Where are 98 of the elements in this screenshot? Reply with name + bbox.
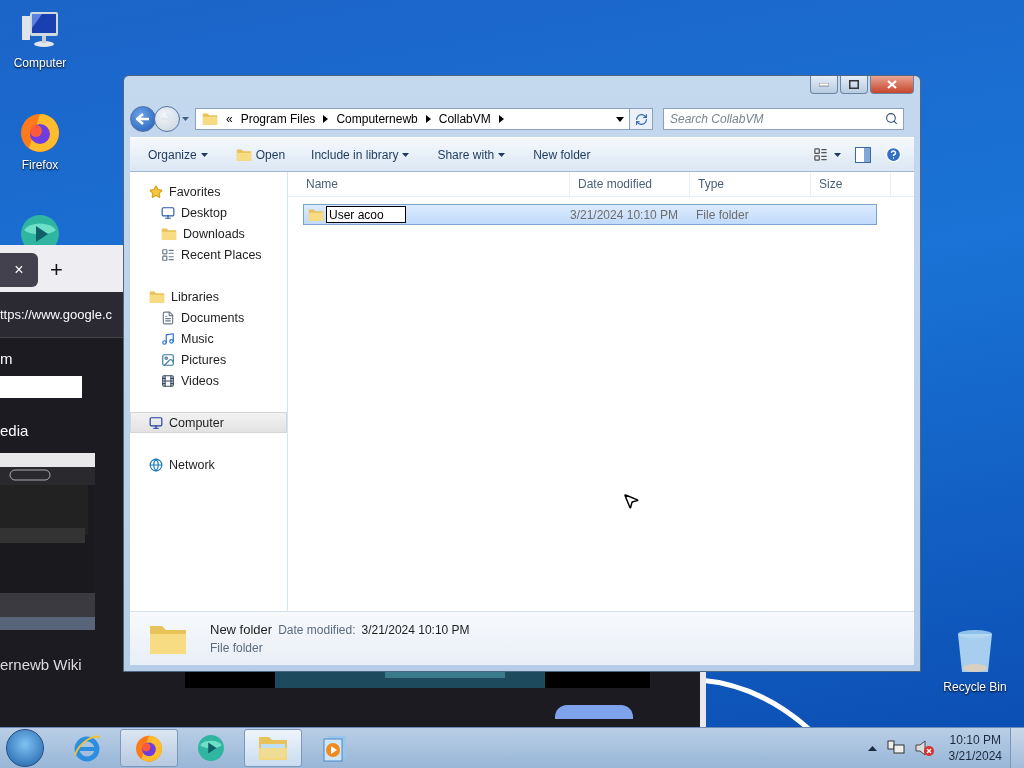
forward-button[interactable] <box>154 106 180 132</box>
network-globe-icon <box>149 457 163 472</box>
media-player-icon <box>322 734 348 762</box>
close-button[interactable] <box>870 76 914 94</box>
dropdown-caret-icon <box>616 116 624 122</box>
taskbar-button[interactable] <box>244 729 302 767</box>
desktop-icon-label[interactable]: Recycle Bin <box>943 680 1007 694</box>
rename-field[interactable]: User acoo <box>326 206 406 223</box>
nav-item[interactable]: Pictures <box>130 349 287 370</box>
toolbar-button[interactable]: Open <box>229 144 292 165</box>
tab-close-button[interactable]: × <box>14 260 24 279</box>
caret-icon <box>498 152 506 157</box>
nav-item[interactable]: Computer <box>130 412 287 433</box>
toolbar-button[interactable]: New folder <box>527 144 597 165</box>
new-tab-button[interactable]: + <box>50 256 63 283</box>
maximize-icon <box>849 80 859 89</box>
start-button[interactable] <box>6 729 44 767</box>
nav-item[interactable]: Downloads <box>130 223 287 244</box>
date-cell-text: 3/21/2024 10:10 PM <box>569 207 680 222</box>
pill-button[interactable] <box>555 705 633 719</box>
breadcrumb-item[interactable]: Computernewb <box>336 112 418 126</box>
star-icon <box>149 184 163 199</box>
desktop-icon-label[interactable]: Firefox <box>21 158 59 172</box>
breadcrumb-overflow[interactable]: « <box>226 112 233 126</box>
result-title: edia <box>0 422 30 439</box>
open-folder-icon <box>235 147 252 162</box>
caret-icon <box>834 152 841 157</box>
result-title: ernewb Wiki <box>0 656 83 673</box>
back-button[interactable] <box>130 106 156 132</box>
item-type: File folder <box>210 641 264 655</box>
nav-item[interactable]: Recent Places <box>130 244 287 265</box>
nav-item[interactable]: Network <box>130 454 287 475</box>
breadcrumb-arrow-icon <box>498 115 504 123</box>
date-value: 3/21/2024 10:10 PM <box>361 623 470 637</box>
toolbar-button[interactable]: Include in library <box>305 144 416 165</box>
muted-speaker-icon[interactable] <box>914 740 935 756</box>
folder-icon <box>202 112 218 126</box>
toolbar-button[interactable]: Share with <box>431 144 512 165</box>
breadcrumb-arrow-icon <box>323 115 329 123</box>
sphere-icon <box>196 733 226 763</box>
date-label: Date modified: <box>278 623 356 637</box>
column-header[interactable]: Date modified <box>570 172 690 196</box>
maximize-button[interactable] <box>840 76 868 94</box>
document-icon <box>161 310 175 325</box>
desktop-icon-label[interactable]: Computer <box>13 56 67 70</box>
firefox-icon <box>134 733 164 763</box>
type-cell-text: File folder <box>695 207 750 222</box>
folder-icon <box>257 734 289 762</box>
monitor-icon <box>161 205 175 220</box>
view-list-icon <box>813 147 828 162</box>
address-bar[interactable]: « Program Files Computernewb CollabVM <box>195 108 631 130</box>
recent-places-icon <box>161 247 175 262</box>
view-options-button[interactable] <box>813 147 841 162</box>
column-header[interactable]: Size <box>811 172 891 196</box>
nav-item[interactable]: Videos <box>130 370 287 391</box>
nav-item[interactable]: Libraries <box>130 286 287 307</box>
downloads-folder-icon <box>161 226 177 241</box>
back-arrow-icon <box>136 113 150 125</box>
caret-icon <box>402 152 410 157</box>
column-header[interactable]: Name <box>298 172 570 196</box>
breadcrumb-arrow-icon <box>425 115 431 123</box>
caret-icon <box>182 117 189 121</box>
nav-item[interactable]: Documents <box>130 307 287 328</box>
url-field[interactable]: ttps://www.google.c <box>0 307 112 322</box>
minimize-icon <box>819 82 829 87</box>
show-hidden-icons-icon[interactable] <box>867 745 877 751</box>
library-folder-icon <box>149 289 165 304</box>
clock[interactable]: 10:10 PM 3/21/2024 <box>948 733 1002 763</box>
nav-item[interactable]: Desktop <box>130 202 287 223</box>
close-icon <box>887 80 897 89</box>
item-name: New folder <box>210 622 273 637</box>
clock-time: 10:10 PM <box>949 733 1001 747</box>
computer-icon <box>149 415 163 430</box>
breadcrumb-item[interactable]: Program Files <box>240 112 316 126</box>
toolbar-button[interactable]: Organize <box>142 144 214 165</box>
taskbar-button[interactable] <box>120 729 178 767</box>
search-icon <box>885 112 898 125</box>
breadcrumb-item[interactable]: CollabVM <box>438 112 491 126</box>
music-note-icon <box>161 331 175 346</box>
help-icon[interactable] <box>885 146 902 163</box>
network-icon[interactable] <box>886 740 905 756</box>
preview-pane-icon[interactable] <box>855 146 871 163</box>
film-icon <box>161 373 175 388</box>
refresh-button[interactable] <box>629 108 653 130</box>
refresh-icon <box>634 112 648 126</box>
folder-icon <box>308 207 324 222</box>
mouse-pointer-icon <box>622 492 640 510</box>
browser-tab[interactable]: × <box>0 252 38 287</box>
clock-date: 3/21/2024 <box>948 749 1002 763</box>
caret-icon <box>200 152 208 157</box>
nav-item[interactable]: Favorites <box>130 181 287 202</box>
file-row[interactable]: User acoo 3/21/2024 10:10 PM File folder <box>303 204 877 225</box>
globe-e-icon <box>72 733 102 763</box>
search-field[interactable]: Search CollabVM <box>663 108 904 130</box>
column-header[interactable]: Type <box>690 172 811 196</box>
picture-icon <box>161 352 175 367</box>
nav-item[interactable]: Music <box>130 328 287 349</box>
result-title: m <box>0 350 14 367</box>
